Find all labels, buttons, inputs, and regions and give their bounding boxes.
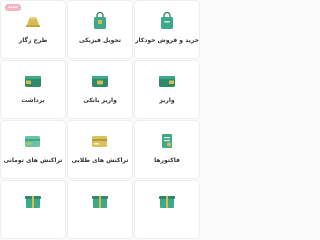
gold-card-icon — [89, 131, 111, 151]
tile-label: واریز — [159, 97, 175, 104]
tile-zagar-plan[interactable]: جدید طرح زگار — [0, 0, 66, 59]
wallet-icon — [22, 71, 44, 91]
wallet-icon — [89, 71, 111, 91]
tile-gold-transactions[interactable]: تراکنش های طلایی — [67, 120, 133, 179]
tile-label: تحویل فیزیکی — [79, 37, 121, 44]
tile-label: تراکنش های طلایی — [71, 157, 129, 164]
tile-label: برداشت — [21, 97, 45, 104]
tile-label: طرح زگار — [18, 37, 48, 44]
tile-label: واریز بانکی — [83, 97, 117, 104]
tile-label: تراکنش های تومانی — [3, 157, 63, 164]
tile-extra-1[interactable] — [134, 180, 200, 239]
new-badge: جدید — [5, 4, 22, 11]
tile-invoices[interactable]: فاکتورها — [134, 120, 200, 179]
tile-toman-transactions[interactable]: تراکنش های تومانی — [0, 120, 66, 179]
tile-extra-2[interactable] — [67, 180, 133, 239]
tile-withdraw[interactable]: برداشت — [0, 60, 66, 119]
gift-icon — [89, 191, 111, 211]
green-card-icon — [22, 131, 44, 151]
tile-label: فاکتورها — [154, 157, 180, 164]
tile-extra-3[interactable] — [0, 180, 66, 239]
tile-auto-trade[interactable]: خرید و فروش خودکار — [134, 0, 200, 59]
wallet-icon — [156, 71, 178, 91]
tile-label: خرید و فروش خودکار — [135, 37, 199, 44]
services-grid: خرید و فروش خودکار تحویل فیزیکی جدید طرح… — [0, 0, 200, 239]
gold-bar-icon — [22, 11, 44, 31]
tile-physical-delivery[interactable]: تحویل فیزیکی — [67, 0, 133, 59]
gift-icon — [156, 191, 178, 211]
bag-icon — [156, 11, 178, 31]
invoice-icon — [156, 131, 178, 151]
gift-icon — [22, 191, 44, 211]
tile-bank-deposit[interactable]: واریز بانکی — [67, 60, 133, 119]
bag-icon — [89, 11, 111, 31]
tile-deposit[interactable]: واریز — [134, 60, 200, 119]
